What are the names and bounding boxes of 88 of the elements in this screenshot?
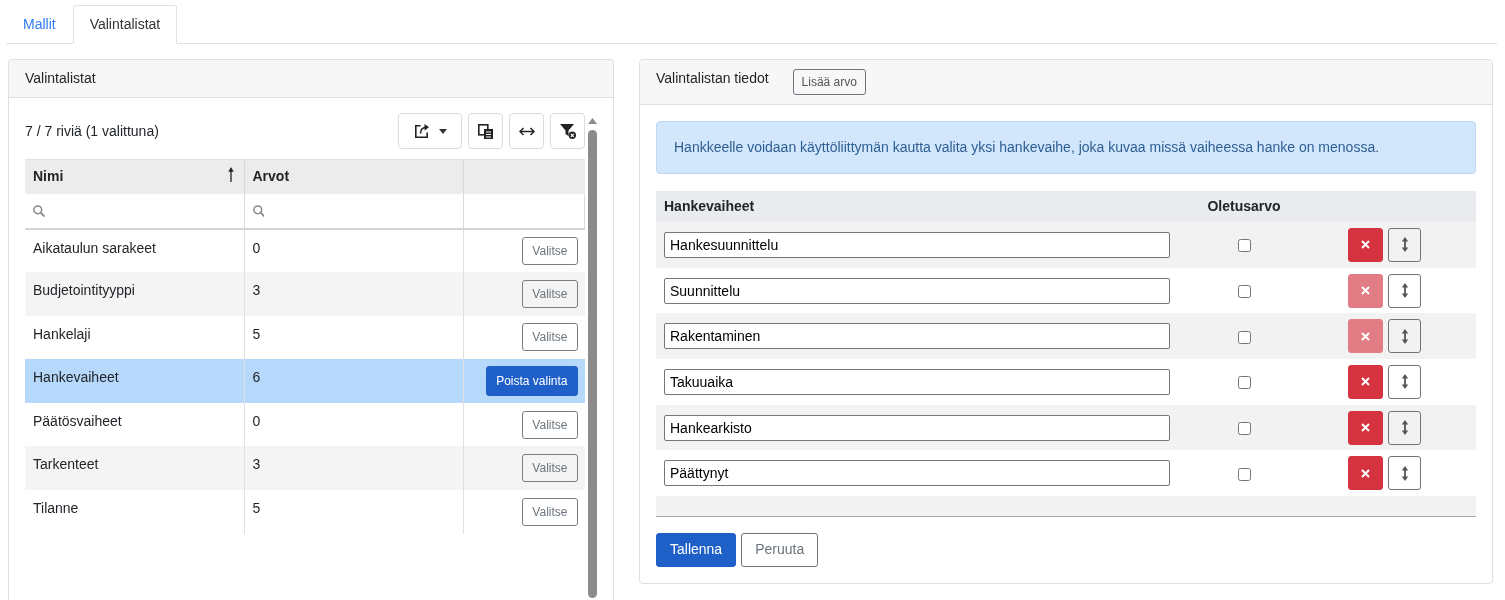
reorder-button[interactable] [1388,319,1421,354]
delete-button[interactable] [1348,227,1383,262]
deselect-button[interactable]: Poista valinta [486,366,578,397]
text-field[interactable]: Hankesuunnittelu [664,231,1170,258]
tab[interactable]: Valintalistat [72,5,178,44]
delete-button[interactable] [1348,410,1383,445]
select-button[interactable]: Valitse [522,454,578,483]
table-cell[interactable]: Hankelaji [25,315,244,360]
up-down-arrow-icon [1400,237,1409,253]
text-field[interactable]: Suunnittelu [664,277,1170,304]
checkbox[interactable] [1237,376,1251,390]
search-icon [252,204,265,217]
documents-icon [478,123,493,139]
select-button[interactable]: Valitse [522,497,578,526]
delete-button[interactable] [1348,364,1383,399]
save-button[interactable]: Tallenna [656,532,737,567]
text-field[interactable]: Rakentaminen [664,323,1170,350]
table-cell[interactable]: Valitse [463,272,585,316]
table-cell[interactable]: 5 [244,490,463,534]
reorder-button[interactable] [1388,410,1421,445]
table-cell[interactable]: Valitse [463,315,585,360]
checkbox[interactable] [1237,330,1251,344]
filter-clear-icon [559,123,576,139]
info-message: Hankkeelle voidaan käyttöliittymän kautta valita yksi hankevaihe, joka kuvaa missä vaiheessa hanke on menossa. [656,121,1476,174]
table-cell[interactable]: Tilanne [25,490,244,534]
table-cell[interactable]: 5 [244,315,463,360]
search-icon [33,204,45,217]
export-icon [413,123,430,139]
text-field[interactable]: Takuuaika [664,368,1170,395]
table-cell[interactable]: 3 [244,446,463,491]
delete-button[interactable] [1348,456,1383,491]
table-cell[interactable]: 6 [244,359,463,403]
select-button[interactable]: Valitse [522,410,578,439]
column-header: Hankevaiheet [656,191,1178,222]
column-header[interactable]: Nimi [25,159,244,194]
up-down-arrow-icon [1400,328,1409,344]
table-cell[interactable]: Budjetointityyppi [25,272,244,316]
reorder-button[interactable] [1388,273,1421,308]
table-cell[interactable]: Valitse [463,490,585,534]
column-header: Oletusarvo [1178,191,1310,222]
tab[interactable]: Mallit [6,5,73,44]
panel-title: Valintalistan tiedot [656,69,769,88]
table-cell[interactable]: Poista valinta [463,359,585,403]
checkbox[interactable] [1237,467,1251,481]
table-cell[interactable]: 3 [244,272,463,316]
up-down-arrow-icon [1400,465,1409,481]
column-width-button[interactable] [509,113,544,149]
export-button[interactable] [398,113,462,149]
table-cell[interactable]: Hankevaiheet [25,359,244,403]
clear-filter-button[interactable] [550,113,585,149]
row-count-text: 7 / 7 riviä (1 valittuna) [25,121,159,141]
column-header[interactable]: Arvot [244,159,463,194]
close-icon [1361,377,1370,387]
table-cell[interactable]: 0 [244,402,463,447]
double-arrow-icon [518,126,535,136]
table-cell[interactable]: Valitse [463,402,585,447]
up-down-arrow-icon [1400,374,1409,390]
close-icon [1361,286,1370,296]
cancel-button[interactable]: Peruuta [741,532,819,567]
text-field[interactable]: Hankearkisto [664,414,1170,441]
text-field[interactable]: Päättynyt [664,460,1170,487]
add-value-button[interactable]: Lisää arvo [792,69,866,95]
reorder-button[interactable] [1388,227,1421,262]
reorder-button[interactable] [1388,364,1421,399]
checkbox[interactable] [1237,284,1251,298]
close-icon [1361,468,1370,478]
table-cell[interactable]: Aikataulun sarakeet [25,228,244,273]
select-button[interactable]: Valitse [522,279,578,308]
caret-icon [438,128,447,134]
checkbox[interactable] [1237,421,1251,435]
documents-button[interactable] [468,113,503,149]
close-icon [1361,240,1370,250]
table-cell[interactable]: Valitse [463,446,585,491]
panel-title: Valintalistat [25,70,96,86]
scroll-up-icon[interactable] [588,118,597,124]
up-down-arrow-icon [1400,283,1409,299]
select-button[interactable]: Valitse [522,236,578,265]
table-cell[interactable]: Päätösvaiheet [25,402,244,447]
close-icon [1361,423,1370,433]
up-down-arrow-icon [1400,420,1409,436]
table-cell[interactable]: Valitse [463,228,585,273]
table-cell[interactable]: Tarkenteet [25,446,244,491]
checkbox[interactable] [1237,239,1251,253]
select-button[interactable]: Valitse [522,323,578,352]
scrollbar-thumb[interactable] [588,130,597,598]
table-cell[interactable]: 0 [244,228,463,273]
reorder-button[interactable] [1388,456,1421,491]
close-icon [1361,331,1370,341]
